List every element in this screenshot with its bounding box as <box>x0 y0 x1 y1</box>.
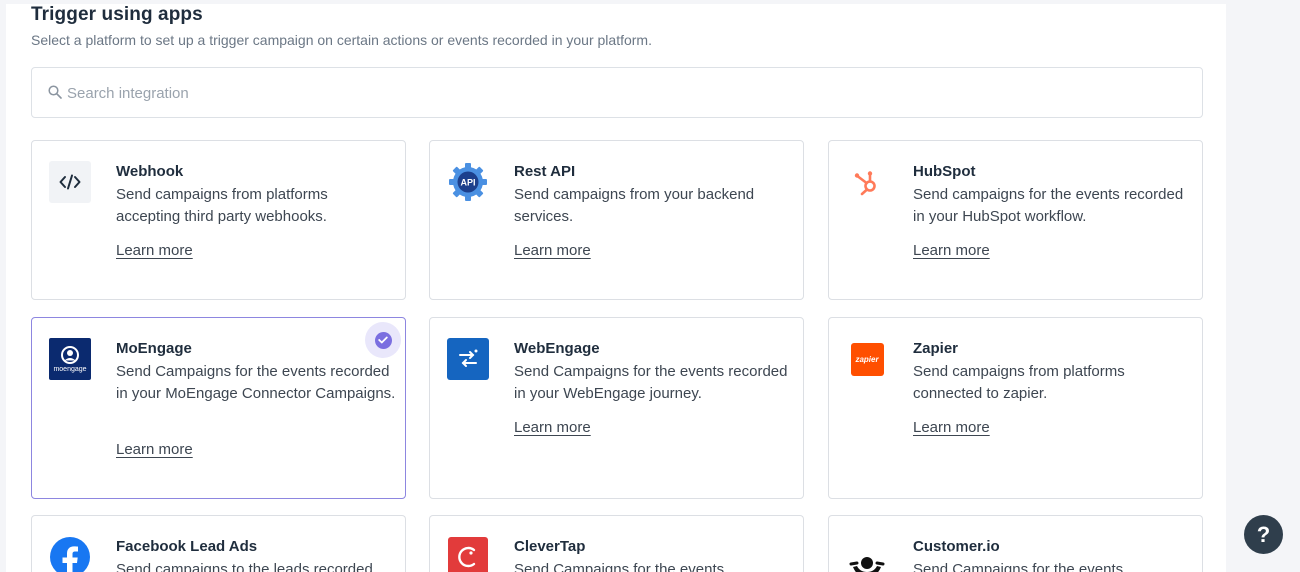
card-title: WebEngage <box>514 340 600 357</box>
card-description: Send campaigns from platforms accepting … <box>116 186 328 225</box>
page-title: Trigger using apps <box>31 4 203 25</box>
learn-more-link[interactable]: Learn more <box>116 242 193 259</box>
integration-card-webhook[interactable]: Webhook Send campaigns from platforms ac… <box>31 140 406 300</box>
help-button[interactable]: ? <box>1244 515 1283 554</box>
learn-more-link[interactable]: Learn more <box>514 419 591 436</box>
card-description: Send campaigns to the leads recorded <box>116 561 373 572</box>
hubspot-icon <box>846 161 888 203</box>
integration-card-hubspot[interactable]: HubSpot Send campaigns for the events re… <box>828 140 1203 300</box>
search-box[interactable] <box>31 67 1203 118</box>
card-description: Send Campaigns for the events <box>913 561 1124 572</box>
card-description: Send campaigns from your backend service… <box>514 186 755 225</box>
integration-card-webengage[interactable]: WebEngage Send Campaigns for the events … <box>429 317 804 499</box>
page-subtitle: Select a platform to set up a trigger ca… <box>31 32 652 48</box>
card-title: Facebook Lead Ads <box>116 538 258 555</box>
card-description: Send Campaigns for the events recorded i… <box>514 363 788 402</box>
card-title: Webhook <box>116 163 184 180</box>
api-gear-icon: API <box>447 161 489 203</box>
card-title: MoEngage <box>116 340 192 357</box>
card-title: HubSpot <box>913 163 976 180</box>
right-gutter <box>1226 0 1300 572</box>
card-description: Send Campaigns for the events <box>514 561 725 572</box>
learn-more-link[interactable]: Learn more <box>514 242 591 259</box>
moengage-logo: moengage <box>49 338 91 380</box>
card-title: Customer.io <box>913 538 1000 555</box>
card-description: Send campaigns for the events recorded i… <box>913 186 1184 225</box>
integration-card-moengage[interactable]: moengage MoEngage Send Campaigns for the… <box>31 317 406 499</box>
integration-card-customer-io[interactable]: Customer.io Send Campaigns for the event… <box>828 515 1203 572</box>
svg-text:API: API <box>460 178 475 188</box>
card-description: Send campaigns from platforms connected … <box>913 363 1125 402</box>
zapier-logo: zapier <box>846 338 888 380</box>
integration-card-zapier[interactable]: zapier Zapier Send campaigns from platfo… <box>828 317 1203 499</box>
clevertap-logo <box>447 536 489 572</box>
zapier-logo-text: zapier <box>855 354 879 364</box>
search-icon <box>48 85 62 99</box>
search-input[interactable] <box>67 80 1167 106</box>
learn-more-link[interactable]: Learn more <box>913 242 990 259</box>
integration-card-clevertap[interactable]: CleverTap Send Campaigns for the events <box>429 515 804 572</box>
code-icon <box>49 161 91 203</box>
card-title: CleverTap <box>514 538 586 555</box>
learn-more-link[interactable]: Learn more <box>116 441 193 458</box>
integration-card-facebook-lead-ads[interactable]: Facebook Lead Ads Send campaigns to the … <box>31 515 406 572</box>
moengage-logo-text: moengage <box>53 366 87 373</box>
card-title: Zapier <box>913 340 959 357</box>
card-description: Send Campaigns for the events recorded i… <box>116 363 396 402</box>
customerio-logo <box>846 536 888 572</box>
selected-check-icon <box>365 322 401 358</box>
card-title: Rest API <box>514 163 576 180</box>
facebook-icon <box>49 536 91 572</box>
webengage-logo <box>447 338 489 380</box>
learn-more-link[interactable]: Learn more <box>913 419 990 436</box>
integration-card-rest-api[interactable]: API Rest API Send campaigns from your ba… <box>429 140 804 300</box>
